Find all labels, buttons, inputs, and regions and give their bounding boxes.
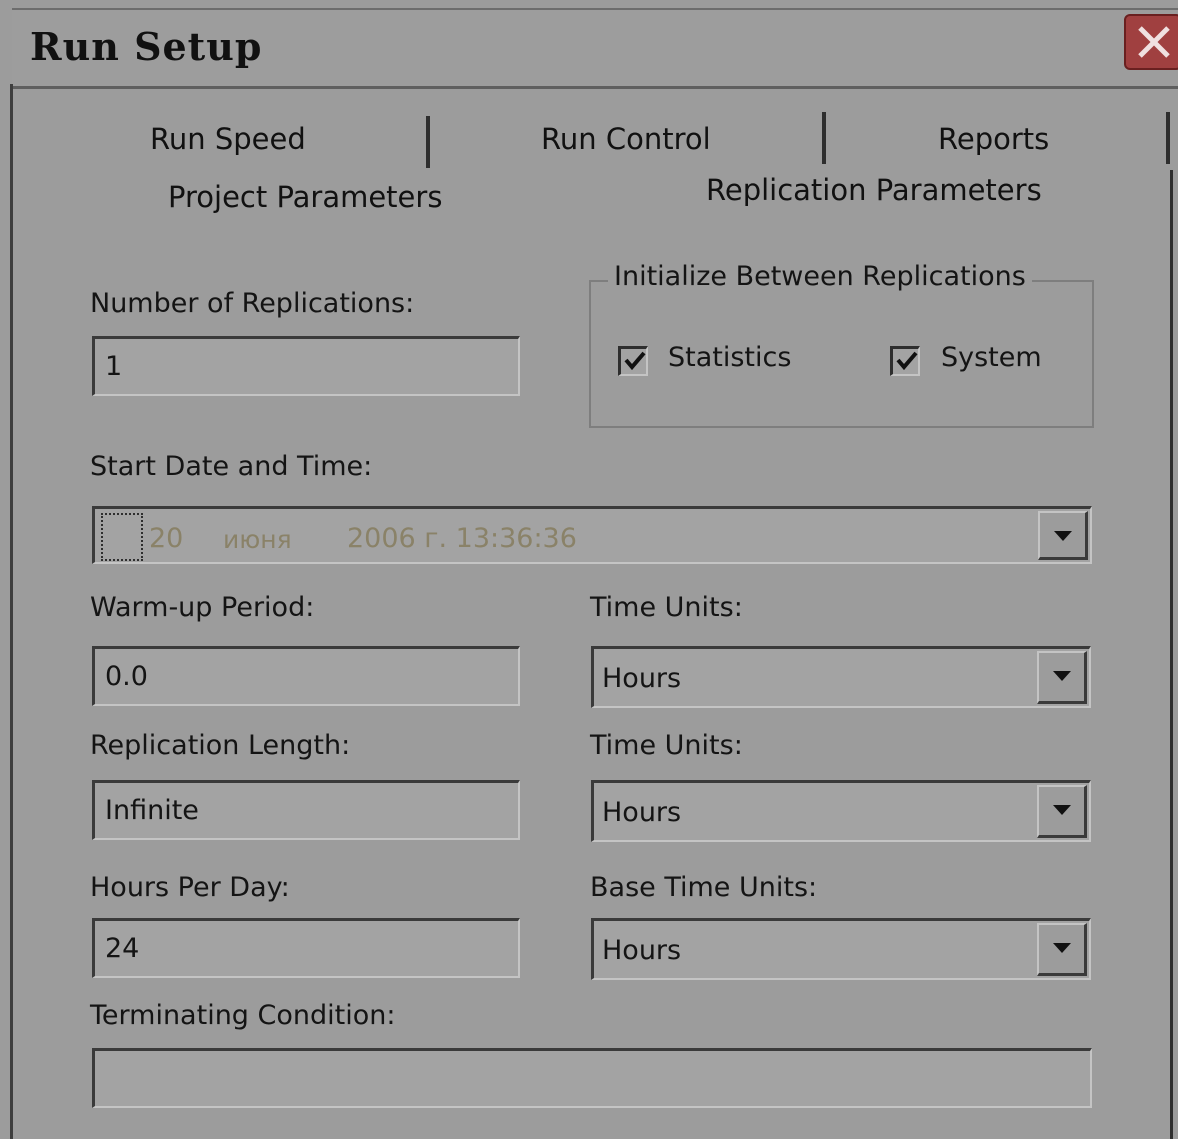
system-label: System [941,342,1042,373]
rep-length-units-dropdown-button[interactable] [1037,785,1087,838]
base-time-units-value: Hours [602,935,682,966]
tab-run-speed[interactable]: Run Speed [150,122,306,156]
close-button[interactable] [1124,14,1178,70]
tab-run-control[interactable]: Run Control [541,122,711,156]
run-setup-dialog: Run Setup Run Speed Run Control Reports … [0,0,1178,1139]
tab-divider [822,112,826,164]
rep-length-units-value: Hours [602,797,682,828]
window-border-left [10,84,13,1139]
statistics-checkbox[interactable] [618,346,648,376]
hours-per-day-value: 24 [105,933,140,964]
start-date-year-time: 2006 г. 13:36:36 [347,523,577,554]
tab-reports[interactable]: Reports [938,122,1049,156]
statistics-label: Statistics [668,342,792,373]
warmup-input[interactable]: 0.0 [92,646,520,706]
rep-length-label: Replication Length: [90,730,351,761]
checkmark-icon [896,351,918,371]
base-time-units-select[interactable]: Hours [591,918,1091,980]
chevron-down-icon [1053,805,1071,815]
title-bar: Run Setup [12,8,1178,89]
base-time-units-dropdown-button[interactable] [1037,923,1087,976]
start-date-picker[interactable]: 20 июня 2006 г. 13:36:36 [92,506,1092,564]
warmup-units-label: Time Units: [590,592,743,623]
terminating-condition-input[interactable] [92,1048,1092,1108]
num-replications-value: 1 [105,351,123,382]
terminating-condition-label: Terminating Condition: [90,1000,396,1031]
hours-per-day-label: Hours Per Day: [90,872,290,903]
num-replications-label: Number of Replications: [90,288,415,319]
tab-panel-edge [1170,170,1173,1139]
base-time-units-label: Base Time Units: [590,872,818,903]
rep-length-units-select[interactable]: Hours [591,780,1091,842]
chevron-down-icon [1053,943,1071,953]
num-replications-input[interactable]: 1 [92,336,520,396]
start-date-day: 20 [149,523,184,554]
chevron-down-icon [1053,671,1071,681]
start-date-enable-checkbox[interactable] [101,513,143,561]
close-icon [1138,26,1170,58]
warmup-units-dropdown-button[interactable] [1037,651,1087,704]
checkmark-icon [624,351,646,371]
rep-length-value: Infinite [105,795,199,826]
start-date-label: Start Date and Time: [90,451,373,482]
rep-length-units-label: Time Units: [590,730,743,761]
tab-project-parameters[interactable]: Project Parameters [168,180,442,214]
chevron-down-icon [1054,531,1072,541]
tab-divider [426,116,430,168]
window-title: Run Setup [30,24,263,69]
system-checkbox[interactable] [890,346,920,376]
initialize-group-title: Initialize Between Replications [608,261,1032,292]
warmup-value: 0.0 [105,661,148,692]
start-date-dropdown-button[interactable] [1038,511,1088,560]
warmup-units-value: Hours [602,663,682,694]
rep-length-input[interactable]: Infinite [92,780,520,840]
warmup-units-select[interactable]: Hours [591,646,1091,708]
hours-per-day-input[interactable]: 24 [92,918,520,978]
tab-replication-parameters[interactable]: Replication Parameters [706,173,1042,207]
start-date-month: июня [223,525,292,554]
tab-divider [1166,112,1170,164]
warmup-label: Warm-up Period: [90,592,315,623]
